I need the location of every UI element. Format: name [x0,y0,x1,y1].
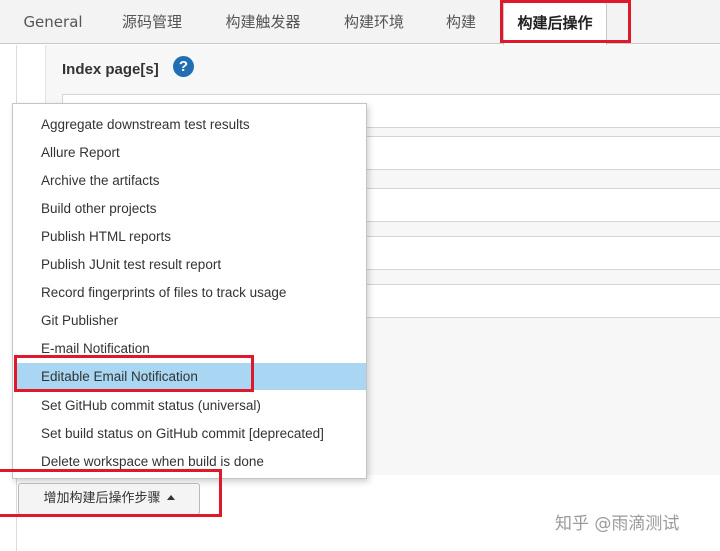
menu-item-build-other-projects[interactable]: Build other projects [14,195,366,222]
menu-item-git-publisher[interactable]: Git Publisher [14,307,366,334]
tab-build-environment[interactable]: 构建环境 [326,0,422,44]
menu-item-allure-report[interactable]: Allure Report [14,139,366,166]
caret-up-icon [166,495,175,500]
add-post-build-step-button[interactable]: 增加构建后操作步骤 [18,483,200,515]
menu-item-publish-junit[interactable]: Publish JUnit test result report [14,251,366,278]
add-post-build-step-label: 增加构建后操作步骤 [43,491,161,506]
menu-item-editable-email-notification[interactable]: Editable Email Notification [14,363,366,390]
tab-source-control[interactable]: 源码管理 [104,0,200,44]
menu-item-record-fingerprints[interactable]: Record fingerprints of files to track us… [14,279,366,306]
config-tab-bar: General 源码管理 构建触发器 构建环境 构建 构建后操作 [0,0,720,45]
menu-item-archive-artifacts[interactable]: Archive the artifacts [14,167,366,194]
help-icon[interactable]: ? [173,56,194,77]
menu-item-publish-html-reports[interactable]: Publish HTML reports [14,223,366,250]
index-pages-label: Index page[s] [62,61,159,78]
tab-build[interactable]: 构建 [430,0,492,44]
tab-general[interactable]: General [10,0,96,44]
menu-item-github-build-status-deprecated[interactable]: Set build status on GitHub commit [depre… [14,420,366,447]
jenkins-config-page: General 源码管理 构建触发器 构建环境 构建 构建后操作 Index p… [0,0,720,551]
watermark: 知乎 @雨滴测试 [555,514,680,534]
tab-build-triggers[interactable]: 构建触发器 [208,0,318,44]
menu-item-github-commit-status[interactable]: Set GitHub commit status (universal) [14,392,366,419]
post-build-action-menu: Aggregate downstream test results Allure… [12,103,367,479]
tab-post-build-actions[interactable]: 构建后操作 [503,2,607,45]
menu-item-email-notification[interactable]: E-mail Notification [14,335,366,362]
menu-item-delete-workspace[interactable]: Delete workspace when build is done [14,448,366,475]
menu-item-aggregate-test-results[interactable]: Aggregate downstream test results [14,111,366,138]
